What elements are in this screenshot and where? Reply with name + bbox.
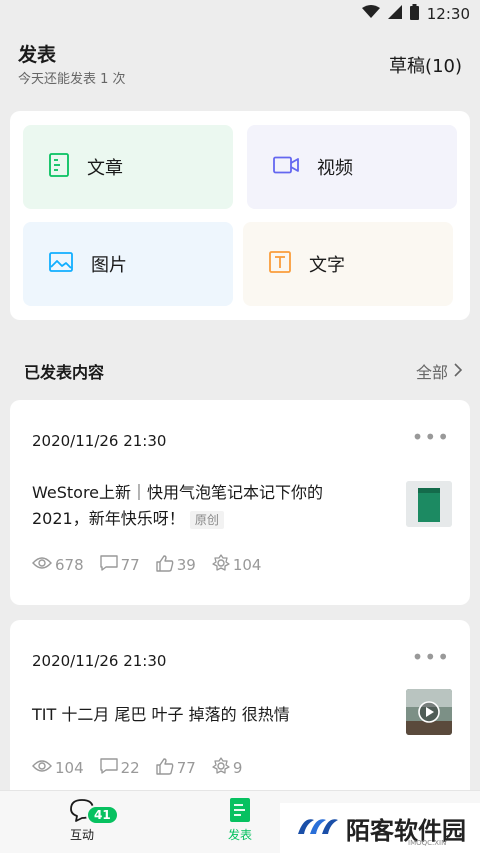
image-label: 图片 — [91, 255, 127, 276]
tab-publish-label: 发表 — [227, 828, 252, 842]
published-section-title: 已发表内容 — [24, 363, 105, 382]
view-all-button[interactable]: 全部 — [415, 359, 463, 383]
post-card[interactable]: 2020/11/26 21:30 ••• WeStore上新｜快用气泡笔记本记下… — [10, 400, 470, 605]
shares-count: 9 — [232, 759, 243, 777]
publish-quota-text: 今天还能发表 1 次 — [18, 72, 126, 87]
document-icon — [229, 797, 251, 826]
post-date: 2020/11/26 21:30 — [32, 432, 167, 450]
notification-badge: 41 — [86, 805, 119, 825]
publish-image-button[interactable]: 图片 — [23, 222, 233, 306]
post-stats: 104 22 77 9 — [32, 757, 242, 779]
post-date: 2020/11/26 21:30 — [32, 652, 167, 670]
tab-publish[interactable]: 发表 — [218, 797, 262, 843]
views-stat: 678 — [32, 554, 84, 576]
eye-icon — [32, 759, 52, 777]
post-text: WeStore上新｜快用气泡笔记本记下你的 2021，新年快乐呀！ 原创 — [32, 480, 372, 532]
post-stats: 678 77 39 104 — [32, 554, 261, 576]
tab-interact[interactable]: 互动 41 — [60, 797, 119, 843]
comments-stat: 22 — [99, 757, 140, 779]
post-text: TIT 十二月 尾巴 叶子 掉落的 很热情 — [32, 702, 372, 728]
watermark-text: 陌客软件园 — [346, 815, 466, 845]
share-icon — [212, 757, 230, 779]
likes-count: 77 — [176, 759, 196, 777]
eye-icon — [32, 556, 52, 574]
more-options-icon[interactable]: ••• — [412, 647, 450, 667]
watermark-logo: 陌客软件园 IMOQC.XIN — [280, 803, 480, 853]
views-count: 104 — [55, 759, 84, 777]
drafts-button[interactable]: 草稿(10) — [389, 52, 462, 78]
video-thumbnail — [406, 689, 452, 735]
status-time: 12:30 — [426, 5, 470, 23]
post-thumbnail — [406, 481, 452, 527]
likes-count: 39 — [176, 556, 196, 574]
chevron-right-icon — [454, 362, 463, 381]
shares-stat: 104 — [212, 554, 262, 576]
status-bar: 12:30 — [0, 0, 480, 28]
comments-stat: 77 — [99, 554, 140, 576]
publish-options-card: 文章 视频 图片 文字 — [10, 111, 470, 320]
tab-interact-label: 互动 — [69, 828, 94, 842]
article-icon — [49, 152, 69, 182]
comment-icon — [99, 758, 118, 778]
watermark-icon — [296, 814, 340, 842]
video-label: 视频 — [317, 158, 353, 179]
battery-icon — [409, 4, 419, 24]
watermark-subtext: IMOQC.XIN — [408, 839, 447, 847]
post-title: TIT 十二月 尾巴 叶子 掉落的 很热情 — [32, 705, 290, 724]
published-section-header: 已发表内容 全部 — [24, 355, 466, 383]
article-label: 文章 — [87, 158, 123, 179]
text-icon — [269, 250, 291, 278]
publish-text-button[interactable]: 文字 — [243, 222, 453, 306]
shares-stat: 9 — [212, 757, 243, 779]
signal-icon — [387, 5, 402, 23]
thumbs-up-icon — [156, 757, 174, 779]
text-label: 文字 — [309, 255, 345, 276]
original-tag: 原创 — [189, 510, 224, 529]
wifi-icon — [361, 5, 380, 23]
views-count: 678 — [55, 556, 84, 574]
image-icon — [49, 251, 73, 277]
views-stat: 104 — [32, 757, 84, 779]
shares-count: 104 — [232, 556, 262, 574]
page-header: 发表 今天还能发表 1 次 草稿(10) — [18, 40, 462, 90]
comments-count: 22 — [120, 759, 140, 777]
post-title: WeStore上新｜快用气泡笔记本记下你的 2021，新年快乐呀！ — [32, 483, 324, 528]
share-icon — [212, 554, 230, 576]
comment-icon — [99, 555, 118, 575]
page-title: 发表 — [18, 44, 57, 66]
publish-article-button[interactable]: 文章 — [23, 125, 233, 209]
comments-count: 77 — [120, 556, 140, 574]
likes-stat: 39 — [156, 554, 196, 576]
thumbs-up-icon — [156, 554, 174, 576]
video-icon — [273, 156, 299, 179]
publish-video-button[interactable]: 视频 — [247, 125, 457, 209]
view-all-label: 全部 — [415, 363, 448, 382]
likes-stat: 77 — [156, 757, 196, 779]
more-options-icon[interactable]: ••• — [412, 427, 450, 447]
